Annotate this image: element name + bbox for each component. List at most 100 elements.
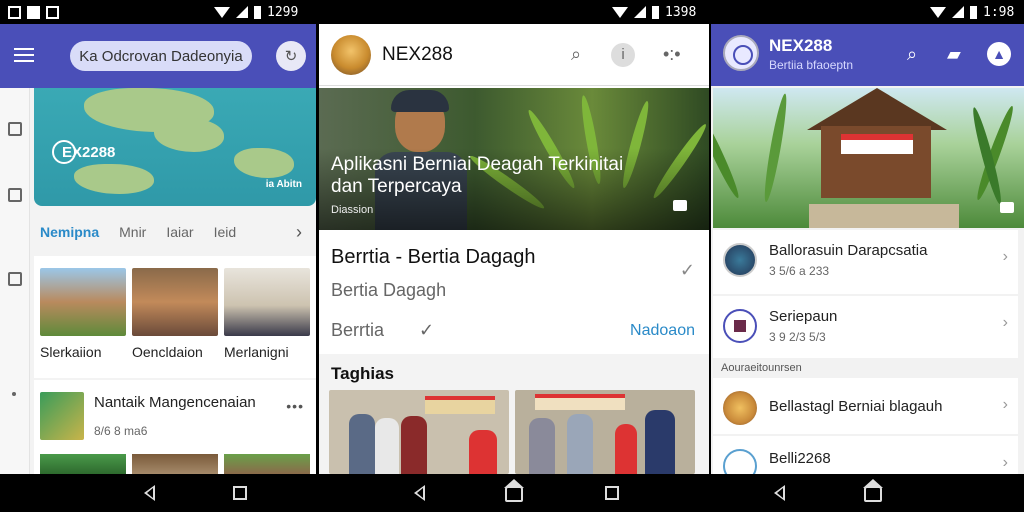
- dot-icon: [12, 392, 16, 396]
- notification-icon: [46, 5, 59, 19]
- house-icon[interactable]: [8, 272, 22, 286]
- photo-thumb[interactable]: [40, 454, 126, 474]
- wifi-icon: [930, 6, 946, 18]
- status-icons-right-3: 1:98: [930, 0, 1014, 24]
- info-icon[interactable]: i: [611, 43, 635, 67]
- status-icons-right-2: 1398: [612, 0, 696, 24]
- item-title: Ballorasuin Darapcsatia: [769, 242, 928, 259]
- cart-icon[interactable]: ▰: [947, 44, 961, 65]
- home-icon[interactable]: [8, 188, 22, 202]
- signal-icon: [952, 6, 964, 18]
- article-label-row: Berrtia ✓: [331, 320, 434, 341]
- camera-icon[interactable]: [673, 200, 687, 211]
- check-icon[interactable]: ✓: [680, 260, 695, 281]
- hero-image[interactable]: [713, 88, 1024, 228]
- app-bar: NEX288 Bertiia bfaoeptn ⌕ ▰ ▲: [711, 24, 1024, 86]
- home-icon[interactable]: [863, 479, 883, 502]
- item-subtitle: 3 5/6 a 233: [769, 264, 830, 278]
- photo-thumb[interactable]: [40, 268, 126, 336]
- item-title: Belli2268: [769, 450, 831, 467]
- hero-image[interactable]: Aplikasni Berniai Deagah Terkinitai dan …: [319, 88, 709, 230]
- profile-icon[interactable]: ▲: [987, 42, 1011, 66]
- chevron-right-icon[interactable]: ›: [1003, 454, 1008, 472]
- photo-thumb[interactable]: [132, 268, 218, 336]
- tab-4[interactable]: Ieid: [214, 224, 237, 240]
- app-bar: NEX288 ⌕ i •:•: [319, 24, 709, 86]
- article-summary: Berrtia - Bertia Dagagh ✓ Bertia Dagagh …: [319, 230, 709, 354]
- item-title: Seriepaun: [769, 308, 838, 325]
- chevron-right-icon[interactable]: ›: [296, 222, 302, 243]
- item-icon: [723, 391, 757, 425]
- avatar[interactable]: [331, 35, 371, 75]
- wifi-icon: [214, 6, 230, 18]
- tab-2[interactable]: Mnir: [119, 224, 146, 240]
- item-subtitle: 3 9 2/3 5/3: [769, 330, 826, 344]
- status-time: 1:98: [983, 4, 1015, 20]
- map-caption: ia Abitn: [265, 179, 302, 190]
- logo-icon[interactable]: [723, 35, 759, 71]
- list-card[interactable]: Nantaik Mangencenaian 8/6 8 ma6 •••: [34, 380, 316, 474]
- tags-section: Taghias: [319, 354, 709, 474]
- status-icons-right-1: 1299: [214, 0, 298, 24]
- list-item[interactable]: Belli2268 ›: [713, 436, 1018, 474]
- check-icon[interactable]: ✓: [419, 320, 434, 340]
- photo-thumb[interactable]: [224, 268, 310, 336]
- app-title: NEX288: [382, 44, 453, 65]
- article-heading: Berrtia - Bertia Dagagh: [331, 246, 536, 268]
- category-tabs: Nemipna Mnir Iaiar Ieid ›: [34, 214, 316, 250]
- photo-thumb[interactable]: [132, 454, 218, 474]
- card-thumbnail: [40, 392, 84, 440]
- photo-thumb[interactable]: [515, 390, 695, 474]
- list-item[interactable]: Ballorasuin Darapcsatia 3 5/6 a 233 ›: [713, 230, 1018, 294]
- app-title: NEX288: [769, 36, 833, 55]
- back-icon[interactable]: [774, 485, 785, 501]
- item-icon: [723, 243, 757, 277]
- item-title: Bellastagl Berniai blagauh: [769, 398, 943, 415]
- bookmark-icon[interactable]: [8, 122, 22, 136]
- list-item[interactable]: Bellastagl Berniai blagauh ›: [713, 378, 1018, 434]
- navigation-bar: [0, 474, 1024, 512]
- card-title: Nantaik Mangencenaian: [94, 394, 256, 411]
- map-banner[interactable]: EX2288 ia Abitn: [34, 88, 316, 206]
- signal-icon: [236, 6, 248, 18]
- section-label: Aouraeitounrsen: [721, 362, 802, 374]
- photo-caption: Slerkaiion: [40, 344, 102, 360]
- search-icon[interactable]: ⌕: [907, 44, 917, 65]
- recents-icon[interactable]: [605, 486, 619, 500]
- search-bar[interactable]: Ka Odcrovan Dadeonyia: [70, 41, 252, 71]
- section-title: Taghias: [331, 364, 394, 383]
- screen-left: Ka Odcrovan Dadeonyia ↻ EX2288 ia Abitn …: [0, 24, 316, 474]
- photo-caption: Merlanigni: [224, 344, 289, 360]
- article-label: Berrtia: [331, 320, 385, 340]
- more-icon[interactable]: •:•: [663, 44, 681, 65]
- app-subtitle: Bertiia bfaoeptn: [769, 58, 854, 72]
- chevron-right-icon[interactable]: ›: [1003, 396, 1008, 414]
- screen-center: NEX288 ⌕ i •:• Aplikasni Berniai Deagah …: [319, 24, 709, 474]
- back-icon[interactable]: [414, 485, 425, 501]
- photo-thumb[interactable]: [329, 390, 509, 474]
- action-link[interactable]: Nadoaon: [630, 322, 695, 340]
- hero-subtitle: Diassion: [331, 204, 374, 216]
- more-icon[interactable]: •••: [286, 398, 304, 414]
- article-subheading: Bertia Dagagh: [331, 280, 447, 300]
- status-bar: 1299 1398 1:98: [0, 0, 1024, 24]
- recents-icon[interactable]: [233, 486, 247, 500]
- item-icon: [723, 309, 757, 343]
- tab-3[interactable]: Iaiar: [166, 224, 193, 240]
- back-icon[interactable]: [144, 485, 155, 501]
- photo-thumb[interactable]: [224, 454, 310, 474]
- chevron-right-icon[interactable]: ›: [1003, 314, 1008, 332]
- list-item[interactable]: Seriepaun 3 9 2/3 5/3 ›: [713, 296, 1018, 358]
- home-icon[interactable]: [504, 479, 524, 502]
- status-time: 1299: [267, 4, 299, 20]
- hamburger-icon[interactable]: [14, 48, 34, 62]
- notification-icon: [27, 5, 40, 19]
- refresh-icon[interactable]: ↻: [276, 41, 306, 71]
- chevron-right-icon[interactable]: ›: [1003, 248, 1008, 266]
- battery-icon: [970, 5, 977, 19]
- search-icon[interactable]: ⌕: [571, 44, 581, 65]
- tab-1[interactable]: Nemipna: [40, 224, 99, 240]
- photo-caption: Oencldaion: [132, 344, 203, 360]
- camera-icon[interactable]: [1000, 202, 1014, 213]
- wifi-icon: [612, 6, 628, 18]
